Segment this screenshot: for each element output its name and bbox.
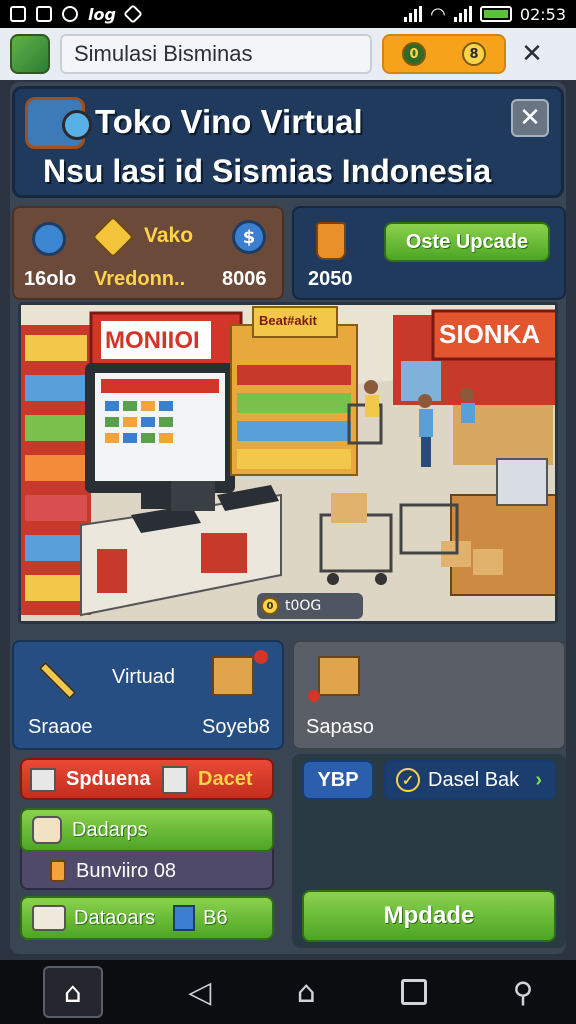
stat-value-left: 16olo [24, 268, 77, 290]
status-text: log [88, 4, 116, 24]
ghost-icon [62, 6, 78, 22]
wifi-icon: ◠ [430, 3, 446, 25]
coin-icon: 0 [402, 42, 426, 66]
avatar[interactable] [10, 34, 50, 74]
store-illustration [21, 305, 555, 621]
stats-card: Vako $ 16olo Vredonn.. 8006 [12, 206, 284, 300]
status-bar: log ◠ 02:53 [0, 0, 576, 28]
dadarps-label: Dadarps [72, 818, 148, 841]
coins-icon [50, 860, 66, 882]
dataoars-label: Dataoars [74, 906, 156, 929]
pin-icon [254, 650, 268, 664]
action-card: 2050 Oste Upcade [292, 206, 566, 300]
toolbox-icon [25, 97, 92, 149]
dollar-icon: $ [232, 220, 266, 254]
app-title: Simulasi Bisminas [60, 34, 372, 74]
list-item-label: Bunviiro 08 [76, 859, 177, 882]
nav-bar: ⌂ ◁ ⌂ ⚲ [0, 960, 576, 1024]
stat-value-right: 8006 [222, 268, 267, 290]
card-right-label: Soyeb8 [202, 716, 270, 738]
action-value: 2050 [308, 268, 353, 290]
pencil-icon [38, 661, 77, 700]
close-icon[interactable]: ✕ [516, 38, 548, 70]
sapaso-card[interactable]: Sapaso [292, 640, 566, 750]
box-icon [318, 656, 360, 696]
scan-icon [162, 766, 188, 794]
battery-icon [479, 6, 512, 22]
spduena-button[interactable]: Spduena Dacet [20, 758, 274, 800]
search-icon[interactable]: ⚲ [513, 976, 534, 1009]
home-icon: ⌂ [63, 975, 82, 1009]
card-left-label: Sraaoe [28, 716, 93, 738]
card-icon [173, 905, 196, 931]
red-btn-right-label: Dacet [198, 768, 253, 790]
chat-icon [123, 4, 143, 24]
globe-icon [32, 222, 66, 256]
update-button[interactable]: Mpdade [302, 890, 556, 942]
home-button[interactable]: ⌂ [42, 966, 103, 1018]
coin-icon: 0 [261, 597, 279, 615]
chevron-right-icon: › [535, 768, 542, 791]
photo-icon [36, 6, 52, 22]
cube-icon [30, 768, 56, 792]
yellow-sign: Beat#akit [259, 313, 317, 328]
page-title: Toko Vino Virtual [95, 103, 363, 140]
box-icon [32, 905, 66, 931]
home-outline-icon[interactable]: ⌂ [297, 975, 316, 1010]
card-label: Sapaso [306, 716, 374, 738]
dataoars-button[interactable]: Dataoars B6 [20, 896, 274, 940]
app-bar: Simulasi Bisminas 0 8 ✕ [0, 28, 576, 80]
red-btn-left-label: Spduena [66, 768, 151, 790]
scene-badge: 0 t0OG [257, 593, 363, 619]
header-card: Toko Vino Virtual Nsu lasi id Sismias In… [12, 86, 564, 198]
person-icon [32, 816, 62, 844]
key-icon [308, 690, 320, 702]
dasel-label: Dasel Bak [428, 768, 520, 791]
coin-icon: 8 [462, 42, 486, 66]
stat-value-middle: Vredonn.. [94, 268, 186, 290]
signal-icon [404, 6, 423, 22]
clock: 02:53 [519, 4, 566, 24]
card-title: Virtuad [112, 666, 176, 688]
virtual-card[interactable]: Virtuad Sraaoe Soyeb8 [12, 640, 284, 750]
signal-icon-2 [453, 6, 472, 22]
dadarps-button[interactable]: Dadarps [20, 808, 274, 852]
list-item[interactable]: Bunviiro 08 [20, 852, 274, 890]
shop-sign: SIONKA [439, 319, 541, 349]
badge-text: t0OG [285, 598, 322, 614]
ybp-chip[interactable]: YBP [302, 760, 374, 800]
cup-icon [316, 222, 346, 260]
box-icon [212, 656, 254, 696]
recents-icon[interactable] [401, 979, 428, 1005]
page-subtitle: Nsu lasi id Sismias Indonesia [43, 153, 492, 189]
close-button[interactable]: ✕ [511, 99, 549, 137]
photo-icon [10, 6, 26, 22]
tag-icon [91, 215, 135, 259]
store-scene: MONIIOI SIONKA Beat#akit 0 t0OG [18, 302, 558, 624]
back-icon[interactable]: ◁ [188, 975, 211, 1010]
monitor-sign: MONIIOI [105, 327, 200, 354]
check-icon: ✓ [396, 768, 420, 792]
upgrade-button[interactable]: Oste Upcade [384, 222, 550, 262]
b6-label: B6 [203, 906, 228, 929]
dasel-back-button[interactable]: ✓ Dasel Bak › [384, 760, 556, 800]
coin-balance[interactable]: 0 8 [382, 34, 506, 74]
stat-label: Vako [144, 224, 194, 247]
